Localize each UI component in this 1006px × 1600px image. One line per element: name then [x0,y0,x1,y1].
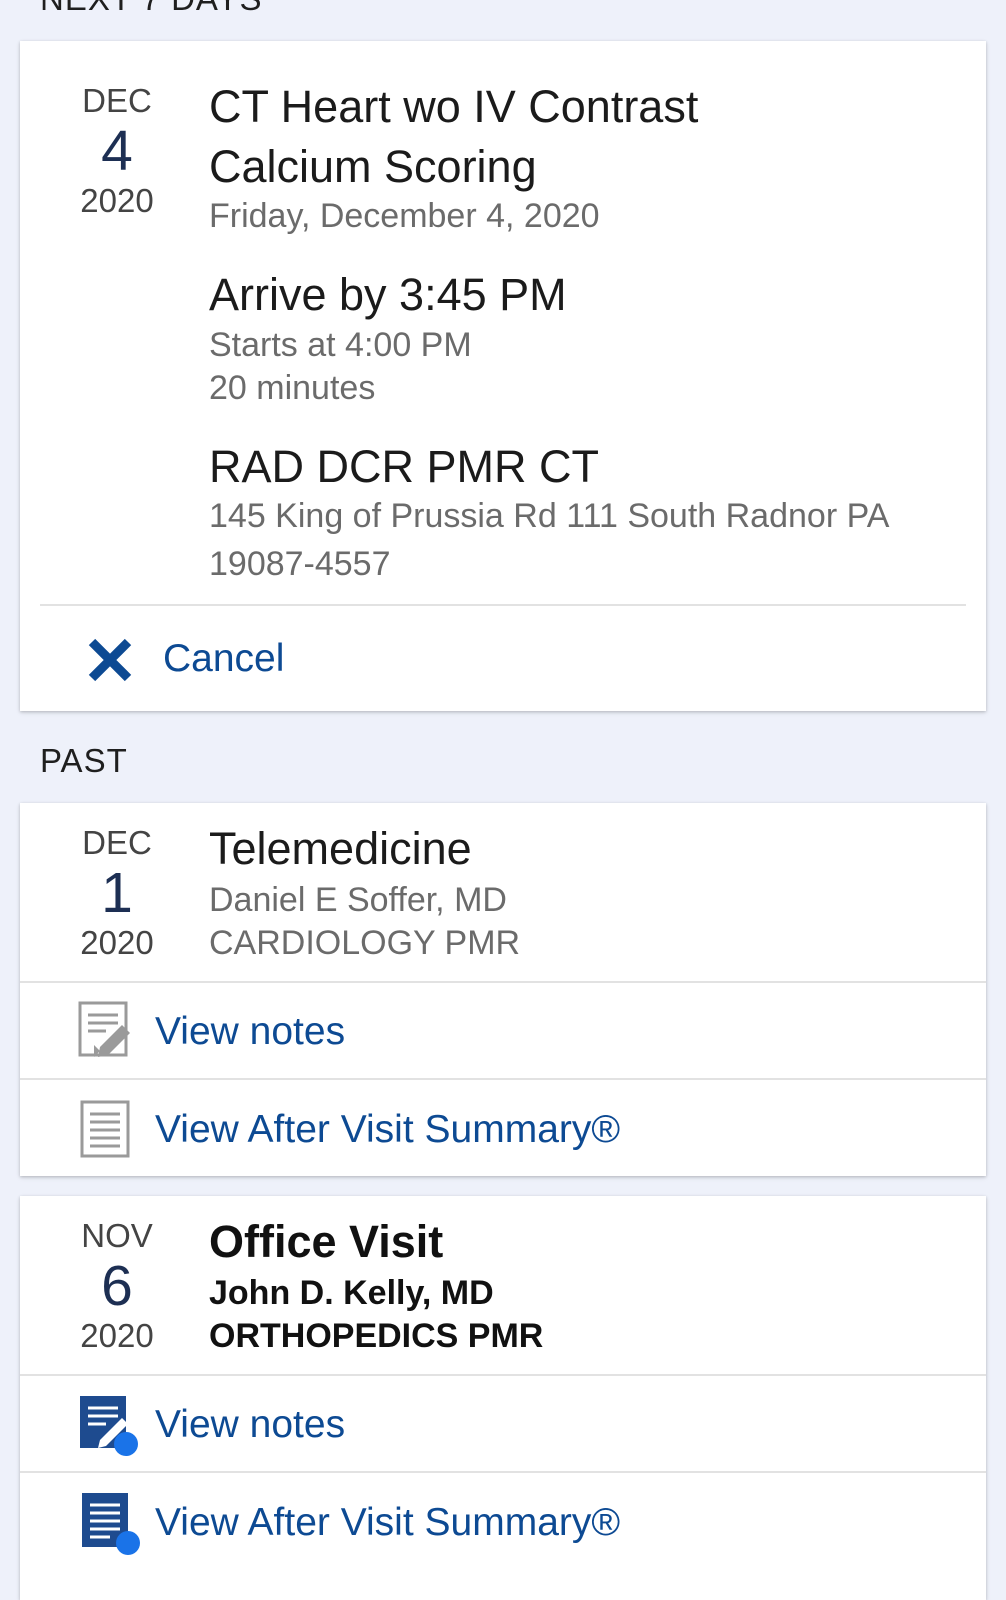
cancel-button[interactable]: Cancel [20,606,986,711]
date-block: DEC 1 2020 [72,823,162,963]
date-block: NOV 6 2020 [72,1216,162,1356]
provider-name: Daniel E Soffer, MD [209,881,507,919]
visit-type: Telemedicine [209,823,472,874]
view-notes-label: View notes [155,1403,346,1446]
duration: 20 minutes [209,369,376,407]
provider-name: John D. Kelly, MD [209,1274,494,1312]
view-after-visit-summary-label: View After Visit Summary® [155,1108,621,1151]
start-time: Starts at 4:00 PM [209,326,472,364]
unread-dot-icon [116,1531,140,1555]
date-day: 1 [101,861,133,925]
view-notes-label: View notes [155,1010,346,1053]
document-icon [80,1100,132,1163]
date-year: 2020 [80,924,154,961]
address-line1: 145 King of Prussia Rd 111 South Radnor … [209,497,890,535]
date-month: DEC [82,824,152,861]
date-year: 2020 [80,182,154,219]
close-icon [86,636,134,689]
arrive-time: Arrive by 3:45 PM [209,269,567,320]
document-icon [80,1491,142,1562]
past-appointment-card[interactable]: DEC 1 2020 Telemedicine Daniel E Soffer,… [20,803,986,1176]
date-month: DEC [82,82,152,119]
address-line2: 19087-4557 [209,545,391,583]
date-day: 6 [101,1254,133,1318]
appointment-date: Friday, December 4, 2020 [209,197,600,235]
cancel-label: Cancel [163,637,285,680]
date-year: 2020 [80,1317,154,1354]
visit-type: Office Visit [209,1216,444,1267]
location-name: RAD DCR PMR CT [209,441,599,492]
appointment-title-line2: Calcium Scoring [209,141,537,192]
section-header-past: PAST [40,742,128,779]
unread-dot-icon [114,1432,138,1456]
date-month: NOV [81,1217,153,1254]
appointment-title-line1: CT Heart wo IV Contrast [209,81,699,132]
upcoming-appointment-card[interactable]: DEC 4 2020 CT Heart wo IV Contrast Calci… [20,41,986,711]
date-day: 4 [101,119,133,183]
view-notes-button[interactable]: View notes [20,983,986,1078]
view-after-visit-summary-button[interactable]: View After Visit Summary® [20,1473,986,1573]
department: CARDIOLOGY PMR [209,924,521,962]
notes-edit-icon [78,1001,132,1064]
view-after-visit-summary-label: View After Visit Summary® [155,1501,621,1544]
date-block: DEC 4 2020 [72,81,162,221]
past-appointment-card[interactable]: NOV 6 2020 Office Visit John D. Kelly, M… [20,1196,986,1600]
view-notes-button[interactable]: View notes [20,1376,986,1471]
section-header-next-7-days: NEXT 7 DAYS [40,0,263,18]
department: ORTHOPEDICS PMR [209,1317,544,1355]
notes-edit-icon [78,1394,140,1463]
view-after-visit-summary-button[interactable]: View After Visit Summary® [20,1080,986,1176]
